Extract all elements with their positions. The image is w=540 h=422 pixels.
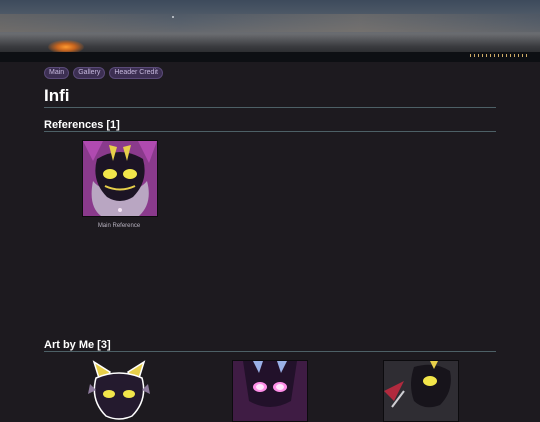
art-by-me-heading: Art by Me [3] — [44, 339, 111, 351]
main-reference-caption: Main Reference — [97, 223, 141, 229]
art-thumbnail-3[interactable] — [383, 360, 459, 422]
page-title: Infi — [44, 86, 70, 105]
references-heading: References [1] — [44, 119, 120, 131]
references-divider — [44, 131, 496, 132]
header-banner — [0, 0, 540, 62]
nav-gallery-button[interactable]: Gallery — [73, 67, 106, 79]
art-thumbnail-1[interactable] — [82, 360, 156, 420]
character-art-icon — [233, 361, 307, 421]
main-reference-thumbnail[interactable] — [82, 140, 158, 217]
art-thumbnail-2[interactable] — [232, 360, 308, 422]
character-art-icon — [384, 361, 458, 421]
nav-header-credit-button[interactable]: Header Credit — [109, 67, 163, 79]
nav-main-button[interactable]: Main — [44, 67, 70, 79]
nav-bar: Main Gallery Header Credit — [44, 67, 163, 79]
character-art-icon — [83, 141, 157, 216]
title-divider — [44, 107, 496, 108]
art-by-me-divider — [44, 351, 496, 352]
character-art-icon — [88, 360, 150, 420]
